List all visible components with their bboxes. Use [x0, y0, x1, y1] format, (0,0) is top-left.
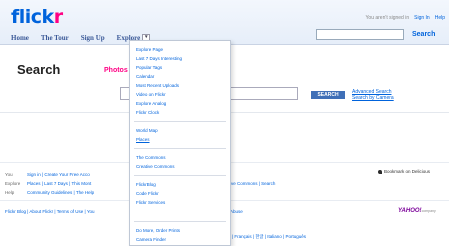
footer-help-label: Help	[5, 190, 15, 195]
search-button[interactable]: SEARCH	[311, 91, 345, 99]
footer-row-help: Help Community Guidelines | The Help	[5, 190, 94, 195]
menu-item-video[interactable]: Video on Flickr	[136, 92, 166, 97]
yahoo-logo: YAHOO!company	[398, 208, 436, 214]
menu-item-explore-page[interactable]: Explore Page	[136, 47, 163, 52]
nav-the-tour[interactable]: The Tour	[41, 34, 69, 42]
menu-item-popular-tags[interactable]: Popular Tags	[136, 65, 162, 70]
page-title: Search	[17, 62, 61, 77]
delicious-icon	[378, 169, 382, 174]
footer-explore-label: Explore	[5, 181, 21, 186]
advanced-links: Advanced Search Search by Camera	[352, 89, 394, 101]
nav-sign-up[interactable]: Sign Up	[81, 34, 105, 42]
explore-dropdown-menu: Explore Page Last 7 Days Interesting Pop…	[129, 40, 231, 246]
bookmark-link[interactable]: Bookmark on Delicious	[378, 169, 430, 174]
menu-item-recent-uploads[interactable]: Most Recent Uploads	[136, 83, 179, 88]
menu-divider	[134, 121, 226, 122]
nav-home[interactable]: Home	[11, 34, 29, 42]
tab-photos[interactable]: Photos	[104, 67, 128, 74]
menu-item-creative-commons[interactable]: Creative Commons	[136, 164, 175, 169]
menu-item-order-prints[interactable]: Do More, Order Prints	[136, 228, 180, 233]
footer-explore-links[interactable]: Places | Last 7 Days | This Mont	[27, 181, 91, 186]
header-bar: flickr You aren't signed in Sign In Help…	[0, 0, 449, 44]
footer-row-you: You Sign in | Create Your Free Acco	[5, 172, 90, 177]
flickr-logo[interactable]: flickr	[11, 6, 63, 28]
menu-item-flickr-clock[interactable]: Flickr Clock	[136, 110, 159, 115]
signin-link[interactable]: Sign In	[414, 15, 430, 21]
menu-item-world-map[interactable]: World Map	[136, 128, 158, 133]
header-search-input[interactable]	[316, 29, 404, 40]
menu-item-camera-finder[interactable]: Camera Finder	[136, 237, 166, 242]
menu-divider	[134, 148, 226, 149]
menu-item-code-flickr[interactable]: Code Flickr	[136, 191, 159, 196]
footer-links-row[interactable]: Flickr Blog | About Flickr | Terms of Us…	[5, 209, 94, 214]
menu-item-flickr-services[interactable]: Flickr Services	[136, 200, 165, 205]
footer-row-explore: Explore Places | Last 7 Days | This Mont	[5, 181, 91, 186]
footer-abuse-link[interactable]: Abuse	[230, 209, 243, 214]
signin-area: You aren't signed in Sign In Help	[366, 15, 445, 21]
menu-divider	[134, 175, 226, 176]
footer-you-label: You	[5, 172, 13, 177]
footer-languages[interactable]: | Français | 한글 | Italiano | Português	[232, 234, 306, 240]
header-search-button[interactable]: Search	[412, 31, 435, 38]
footer-help-links[interactable]: Community Guidelines | The Help	[27, 190, 94, 195]
menu-item-the-commons[interactable]: The Commons	[136, 155, 166, 160]
menu-item-flickrblog[interactable]: FlickrBlog	[136, 182, 156, 187]
footer-explore-tail[interactable]: ive Commons | Search	[230, 181, 275, 186]
menu-divider	[134, 221, 226, 222]
search-by-camera-link[interactable]: Search by Camera	[352, 95, 394, 101]
menu-item-explore-analog[interactable]: Explore Analog	[136, 101, 166, 106]
menu-item-places[interactable]: Places	[136, 137, 150, 142]
menu-item-calendar[interactable]: Calendar	[136, 74, 154, 79]
footer-you-links[interactable]: Sign in | Create Your Free Acco	[27, 172, 90, 177]
bookmark-label[interactable]: Bookmark on Delicious	[384, 169, 430, 174]
help-link[interactable]: Help	[435, 15, 445, 21]
menu-item-last-7-days[interactable]: Last 7 Days Interesting	[136, 56, 182, 61]
signin-status: You aren't signed in	[365, 15, 410, 21]
